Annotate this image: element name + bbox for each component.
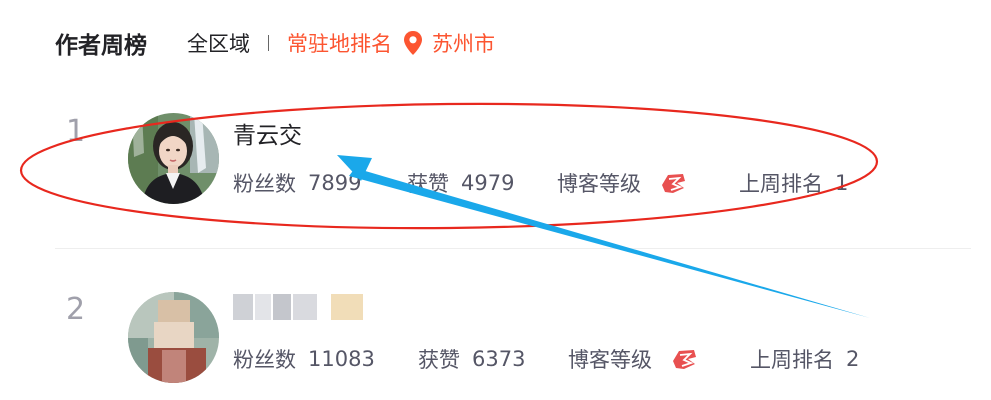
last-week-value: 2 (846, 347, 860, 371)
rank-number: 1 (66, 114, 86, 149)
header-divider (268, 35, 269, 51)
rank-number: 2 (66, 292, 86, 327)
likes-label: 获赞 (407, 172, 449, 196)
likes-stat: 获赞 4979 (407, 168, 514, 198)
ranking-header: 作者周榜 全区域 常驻地排名 苏州市 (55, 26, 495, 60)
level-stat: 博客等级 (557, 168, 687, 198)
likes-label: 获赞 (418, 348, 460, 372)
level-stat: 博客等级 (568, 344, 698, 374)
level-label: 博客等级 (568, 348, 652, 372)
last-week-label: 上周排名 (750, 348, 834, 372)
map-pin-icon (404, 31, 422, 55)
level-label: 博客等级 (557, 172, 641, 196)
likes-value: 4979 (461, 171, 515, 195)
author-name-blurred[interactable] (233, 294, 363, 320)
fans-stat: 粉丝数 11083 (233, 344, 375, 374)
fans-value: 11083 (308, 347, 375, 371)
avatar[interactable] (128, 292, 219, 383)
fans-label: 粉丝数 (233, 348, 296, 372)
avatar[interactable] (128, 113, 219, 204)
author-name[interactable]: 青云交 (233, 116, 302, 150)
list-item[interactable]: 1 青云交 粉丝数 7899 获赞 4979 博客等级 上周排名 1 (0, 100, 991, 250)
likes-value: 6373 (472, 347, 526, 371)
resident-ranking-tab[interactable]: 常驻地排名 (287, 28, 392, 58)
city-selector[interactable]: 苏州市 (432, 28, 495, 58)
fans-value: 7899 (308, 171, 362, 195)
fans-label: 粉丝数 (233, 172, 296, 196)
page-title: 作者周榜 (55, 33, 147, 59)
fans-stat: 粉丝数 7899 (233, 168, 361, 198)
likes-stat: 获赞 6373 (418, 344, 525, 374)
last-week-label: 上周排名 (739, 172, 823, 196)
row-divider (55, 248, 971, 249)
last-week-stat: 上周排名 1 (739, 168, 848, 198)
region-filter-all[interactable]: 全区域 (187, 28, 250, 58)
last-week-stat: 上周排名 2 (750, 344, 859, 374)
blog-level-icon (673, 350, 696, 369)
blog-level-icon (662, 174, 685, 193)
list-item[interactable]: 2 粉丝数 11083 获赞 6373 博客等级 上周排名 2 (0, 280, 991, 400)
last-week-value: 1 (835, 171, 849, 195)
